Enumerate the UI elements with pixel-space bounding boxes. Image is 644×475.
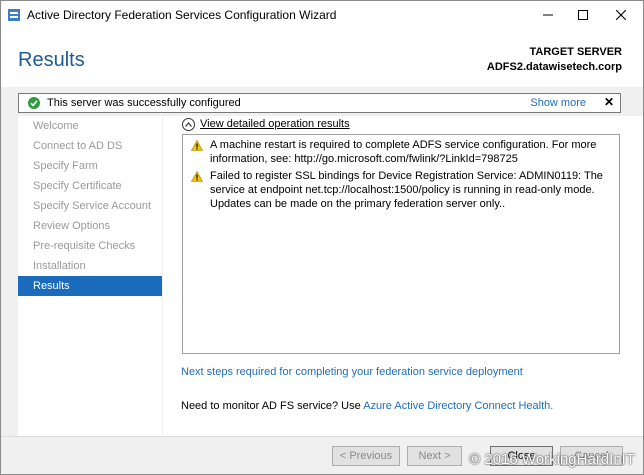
server-manager-icon — [8, 9, 20, 21]
previous-button[interactable]: < Previous — [332, 446, 400, 466]
sidebar-item-installation[interactable]: Installation — [18, 256, 162, 276]
operation-results-box: A machine restart is required to complet… — [182, 134, 620, 354]
minimize-icon — [543, 14, 553, 16]
target-server-value: ADFS2.datawisetech.corp — [486, 61, 622, 73]
chevron-up-icon — [182, 118, 195, 131]
status-text: This server was successfully configured — [47, 97, 241, 109]
sidebar-item-specify-service-account[interactable]: Specify Service Account — [18, 196, 162, 216]
warning-icon — [191, 171, 203, 182]
minimize-button[interactable] — [529, 1, 567, 29]
sidebar-item-specify-farm[interactable]: Specify Farm — [18, 156, 162, 176]
sidebar-item-prerequisite-checks[interactable]: Pre-requisite Checks — [18, 236, 162, 256]
wizard-window: Active Directory Federation Services Con… — [0, 0, 644, 475]
maximize-icon — [578, 10, 588, 20]
next-steps-link[interactable]: Next steps required for completing your … — [181, 366, 523, 378]
title-bar: Active Directory Federation Services Con… — [1, 1, 643, 29]
page-title: Results — [18, 49, 85, 71]
copyright-watermark: © 2016 WorkingHardInIT — [469, 451, 635, 468]
window-title: Active Directory Federation Services Con… — [27, 8, 337, 22]
target-server-label: TARGET SERVER — [529, 46, 623, 58]
wizard-steps-sidebar: Welcome Connect to AD DS Specify Farm Sp… — [18, 116, 162, 461]
monitor-text: Need to monitor AD FS service? Use Azure… — [181, 400, 553, 412]
azure-ad-connect-health-link[interactable]: Azure Active Directory Connect Health. — [363, 400, 553, 412]
sidebar-item-welcome[interactable]: Welcome — [18, 116, 162, 136]
sidebar-item-results[interactable]: Results — [18, 276, 162, 296]
monitor-prefix: Need to monitor AD FS service? Use — [181, 400, 364, 412]
show-more-link[interactable]: Show more — [530, 97, 586, 109]
warning-icon — [191, 140, 203, 151]
result-message-text: A machine restart is required to complet… — [210, 139, 597, 165]
status-close-icon[interactable]: ✕ — [604, 95, 614, 109]
sidebar-item-review-options[interactable]: Review Options — [18, 216, 162, 236]
wizard-header: Results TARGET SERVER ADFS2.datawisetech… — [1, 29, 643, 87]
success-check-icon — [28, 97, 40, 109]
sidebar-item-connect-to-ad-ds[interactable]: Connect to AD DS — [18, 136, 162, 156]
results-content: View detailed operation results A machin… — [163, 116, 643, 436]
next-button[interactable]: Next > — [407, 446, 462, 466]
window-close-button[interactable] — [602, 1, 640, 29]
sidebar-item-specify-certificate[interactable]: Specify Certificate — [18, 176, 162, 196]
close-icon — [616, 10, 626, 20]
maximize-button[interactable] — [564, 1, 602, 29]
result-message-text: Failed to register SSL bindings for Devi… — [210, 170, 603, 210]
view-details-label: View detailed operation results — [200, 118, 350, 130]
status-notification: This server was successfully configured … — [18, 93, 621, 113]
